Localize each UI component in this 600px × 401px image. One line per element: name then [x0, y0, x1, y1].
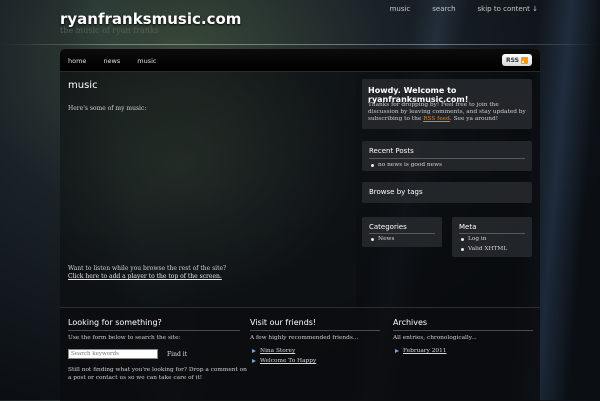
meta-widget: Meta Log in Valid XHTML [452, 217, 532, 257]
browse-tags-widget[interactable]: Browse by tags [362, 182, 532, 203]
bullet-icon [461, 238, 464, 241]
footer-archives-text: All entries, chronologically... [393, 335, 477, 341]
footer-search-text: Use the form below to search the site: [68, 335, 181, 341]
recent-posts-title: Recent Posts [369, 147, 414, 155]
arrow-right-icon [252, 349, 256, 353]
bullet-icon [371, 238, 374, 241]
page-title: music [68, 80, 98, 91]
nav-item-music[interactable]: music [137, 57, 156, 65]
friend-link-welcome-to-happy[interactable]: Welcome To Happy [260, 358, 316, 364]
categories-widget: Categories News [362, 217, 442, 247]
footer-friends-text: A few highly recommended friends... [250, 335, 359, 341]
content-intro: Here's some of my music: [68, 105, 147, 112]
footer-search-note: Still not finding what you're looking fo… [68, 367, 247, 381]
main-content: music Here's some of my music: Want to l… [60, 72, 356, 307]
friend-link-nina-storey[interactable]: Nina Storey [260, 348, 295, 354]
header-divider [0, 44, 600, 45]
footer-search-title: Looking for something? [68, 318, 162, 327]
search-input[interactable] [68, 349, 158, 359]
top-link-search[interactable]: search [432, 5, 455, 13]
top-links: music search skip to content ↓ [390, 5, 538, 13]
divider [68, 330, 240, 331]
category-link-news[interactable]: News [378, 236, 394, 242]
welcome-widget: Howdy. Welcome to ryanfranksmusic.com! T… [362, 79, 532, 129]
footer-friends-title: Visit our friends! [250, 318, 317, 327]
divider [369, 233, 435, 234]
nav-item-news[interactable]: news [103, 57, 120, 65]
nav-bar: home news music RSS [60, 49, 540, 72]
main-nav: home news music [68, 57, 156, 65]
meta-link-valid-xhtml[interactable]: Valid XHTML [468, 246, 507, 252]
divider [393, 330, 533, 331]
footer: Looking for something? Use the form belo… [60, 307, 540, 401]
arrow-right-icon [252, 359, 256, 363]
footer-archives-title: Archives [393, 318, 428, 327]
rss-feed-icon [521, 56, 528, 64]
site-tagline: the music of ryan franks [60, 26, 159, 35]
welcome-text: Thanks for dropping by! Feel free to joi… [368, 102, 528, 124]
add-player-link[interactable]: Click here to add a player to the top of… [68, 273, 222, 280]
recent-posts-widget: Recent Posts no news is good news [362, 141, 532, 171]
divider [369, 158, 525, 159]
player-prompt: Want to listen while you browse the rest… [68, 265, 227, 272]
top-link-skip-to-content[interactable]: skip to content ↓ [478, 5, 538, 13]
nav-item-home[interactable]: home [68, 57, 86, 65]
arrow-right-icon [395, 349, 399, 353]
archive-link-february-2011[interactable]: February 2011 [403, 348, 446, 354]
categories-title: Categories [369, 223, 407, 231]
divider [250, 330, 380, 331]
meta-link-login[interactable]: Log in [468, 236, 486, 242]
browse-tags-title[interactable]: Browse by tags [369, 188, 423, 196]
find-it-button[interactable]: Find it [167, 349, 187, 359]
rss-feed-link[interactable]: RSS feed [423, 116, 450, 122]
divider [459, 233, 525, 234]
bullet-icon [461, 248, 464, 251]
recent-post-link[interactable]: no news is good news [378, 162, 442, 168]
welcome-text-end: . See ya around! [449, 116, 499, 123]
top-link-music[interactable]: music [390, 5, 411, 13]
bullet-icon [371, 164, 374, 167]
rss-button[interactable]: RSS [502, 54, 532, 66]
rss-label: RSS [506, 56, 519, 64]
meta-title: Meta [459, 223, 477, 231]
main-wrapper: home news music RSS music Here's some of… [60, 49, 540, 307]
